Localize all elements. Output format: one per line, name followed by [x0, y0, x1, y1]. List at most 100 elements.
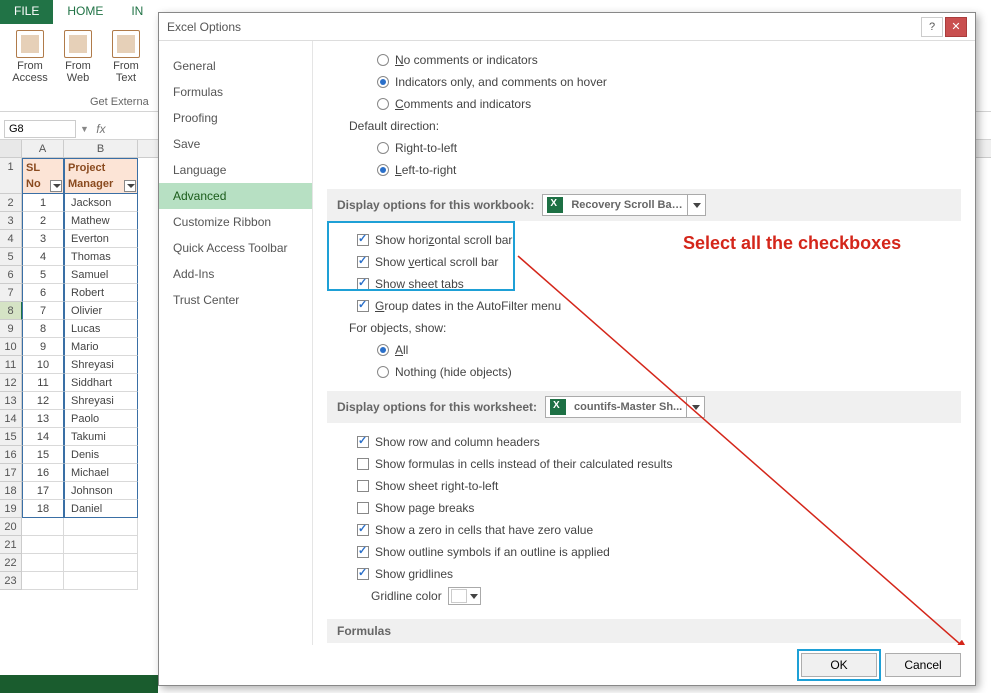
cell-slno[interactable]: 16	[22, 464, 64, 482]
row-header[interactable]: 4	[0, 230, 22, 248]
filter-dropdown-icon[interactable]	[50, 180, 62, 192]
name-box[interactable]	[4, 120, 76, 138]
chevron-down-icon[interactable]	[687, 195, 705, 215]
help-button[interactable]: ?	[921, 17, 943, 37]
workbook-combo[interactable]: Recovery Scroll Bar...	[542, 194, 706, 216]
cell-slno[interactable]: 3	[22, 230, 64, 248]
radio-ltr[interactable]	[377, 164, 389, 176]
radio-comments-indicators[interactable]	[377, 98, 389, 110]
sidebar-item-add-ins[interactable]: Add-Ins	[159, 261, 312, 287]
sidebar-item-general[interactable]: General	[159, 53, 312, 79]
row-header[interactable]: 1	[0, 158, 22, 194]
cell-slno[interactable]: 18	[22, 500, 64, 518]
table-header-pm[interactable]: ProjectManager	[64, 158, 138, 194]
sidebar-item-formulas[interactable]: Formulas	[159, 79, 312, 105]
dropdown-icon[interactable]: ▼	[80, 124, 89, 134]
check-sheet-rtl[interactable]	[357, 480, 369, 492]
chevron-down-icon[interactable]	[686, 397, 704, 417]
cell-pm[interactable]: Paolo	[64, 410, 138, 428]
check-sheet-tabs[interactable]	[357, 278, 369, 290]
cell-slno[interactable]: 11	[22, 374, 64, 392]
cell-pm[interactable]: Denis	[64, 446, 138, 464]
sidebar-item-trust-center[interactable]: Trust Center	[159, 287, 312, 313]
sidebar-item-proofing[interactable]: Proofing	[159, 105, 312, 131]
tab-insert[interactable]: IN	[117, 0, 157, 24]
tab-file[interactable]: FILE	[0, 0, 53, 24]
cell-pm[interactable]: Jackson	[64, 194, 138, 212]
cell-pm[interactable]: Michael	[64, 464, 138, 482]
cell-slno[interactable]: 17	[22, 482, 64, 500]
sidebar-item-language[interactable]: Language	[159, 157, 312, 183]
radio-no-comments[interactable]	[377, 54, 389, 66]
cell-pm[interactable]: Daniel	[64, 500, 138, 518]
col-header-a[interactable]: A	[22, 140, 64, 157]
from-access-button[interactable]: FromAccess	[8, 28, 52, 84]
from-web-button[interactable]: FromWeb	[56, 28, 100, 84]
row-header[interactable]: 5	[0, 248, 22, 266]
cell-pm[interactable]: Thomas	[64, 248, 138, 266]
empty-cell[interactable]	[64, 572, 138, 590]
cell-slno[interactable]: 12	[22, 392, 64, 410]
cell-slno[interactable]: 1	[22, 194, 64, 212]
row-header[interactable]: 19	[0, 500, 22, 518]
empty-cell[interactable]	[22, 536, 64, 554]
cell-pm[interactable]: Mario	[64, 338, 138, 356]
row-header[interactable]: 21	[0, 536, 22, 554]
gridline-color-picker[interactable]	[448, 587, 481, 605]
cell-pm[interactable]: Robert	[64, 284, 138, 302]
sidebar-item-quick-access-toolbar[interactable]: Quick Access Toolbar	[159, 235, 312, 261]
fx-icon[interactable]: fx	[93, 122, 109, 136]
radio-obj-hide[interactable]	[377, 366, 389, 378]
cell-slno[interactable]: 14	[22, 428, 64, 446]
row-header[interactable]: 16	[0, 446, 22, 464]
row-header[interactable]: 7	[0, 284, 22, 302]
row-header[interactable]: 3	[0, 212, 22, 230]
tab-home[interactable]: HOME	[53, 0, 117, 24]
row-header[interactable]: 8	[0, 302, 22, 320]
empty-cell[interactable]	[22, 572, 64, 590]
cell-slno[interactable]: 8	[22, 320, 64, 338]
empty-cell[interactable]	[64, 536, 138, 554]
cell-slno[interactable]: 9	[22, 338, 64, 356]
close-button[interactable]: ✕	[945, 17, 967, 37]
row-header[interactable]: 23	[0, 572, 22, 590]
check-page-breaks[interactable]	[357, 502, 369, 514]
sidebar-item-customize-ribbon[interactable]: Customize Ribbon	[159, 209, 312, 235]
check-outline-symbols[interactable]	[357, 546, 369, 558]
check-hscroll[interactable]	[357, 234, 369, 246]
cell-slno[interactable]: 6	[22, 284, 64, 302]
check-row-col-headers[interactable]	[357, 436, 369, 448]
table-header-slno[interactable]: SLNo	[22, 158, 64, 194]
row-header[interactable]: 15	[0, 428, 22, 446]
filter-dropdown-icon[interactable]	[124, 180, 136, 192]
cell-pm[interactable]: Takumi	[64, 428, 138, 446]
row-header[interactable]: 9	[0, 320, 22, 338]
cancel-button[interactable]: Cancel	[885, 653, 961, 677]
cell-pm[interactable]: Everton	[64, 230, 138, 248]
radio-rtl[interactable]	[377, 142, 389, 154]
check-show-formulas[interactable]	[357, 458, 369, 470]
dialog-main-panel[interactable]: NNo comments or indicatorso comments or …	[313, 41, 975, 645]
radio-obj-all[interactable]	[377, 344, 389, 356]
check-group-dates[interactable]	[357, 300, 369, 312]
cell-pm[interactable]: Johnson	[64, 482, 138, 500]
row-header[interactable]: 17	[0, 464, 22, 482]
row-header[interactable]: 22	[0, 554, 22, 572]
cell-pm[interactable]: Mathew	[64, 212, 138, 230]
cell-pm[interactable]: Samuel	[64, 266, 138, 284]
select-all-corner[interactable]	[0, 140, 22, 157]
row-header[interactable]: 12	[0, 374, 22, 392]
dialog-titlebar[interactable]: Excel Options ? ✕	[159, 13, 975, 41]
row-header[interactable]: 2	[0, 194, 22, 212]
row-header[interactable]: 18	[0, 482, 22, 500]
cell-slno[interactable]: 15	[22, 446, 64, 464]
check-show-zero[interactable]	[357, 524, 369, 536]
radio-indicators-only[interactable]	[377, 76, 389, 88]
row-header[interactable]: 11	[0, 356, 22, 374]
row-header[interactable]: 14	[0, 410, 22, 428]
cell-pm[interactable]: Olivier	[64, 302, 138, 320]
check-gridlines[interactable]	[357, 568, 369, 580]
check-vscroll[interactable]	[357, 256, 369, 268]
worksheet-combo[interactable]: countifs-Master Sh...	[545, 396, 705, 418]
cell-slno[interactable]: 13	[22, 410, 64, 428]
